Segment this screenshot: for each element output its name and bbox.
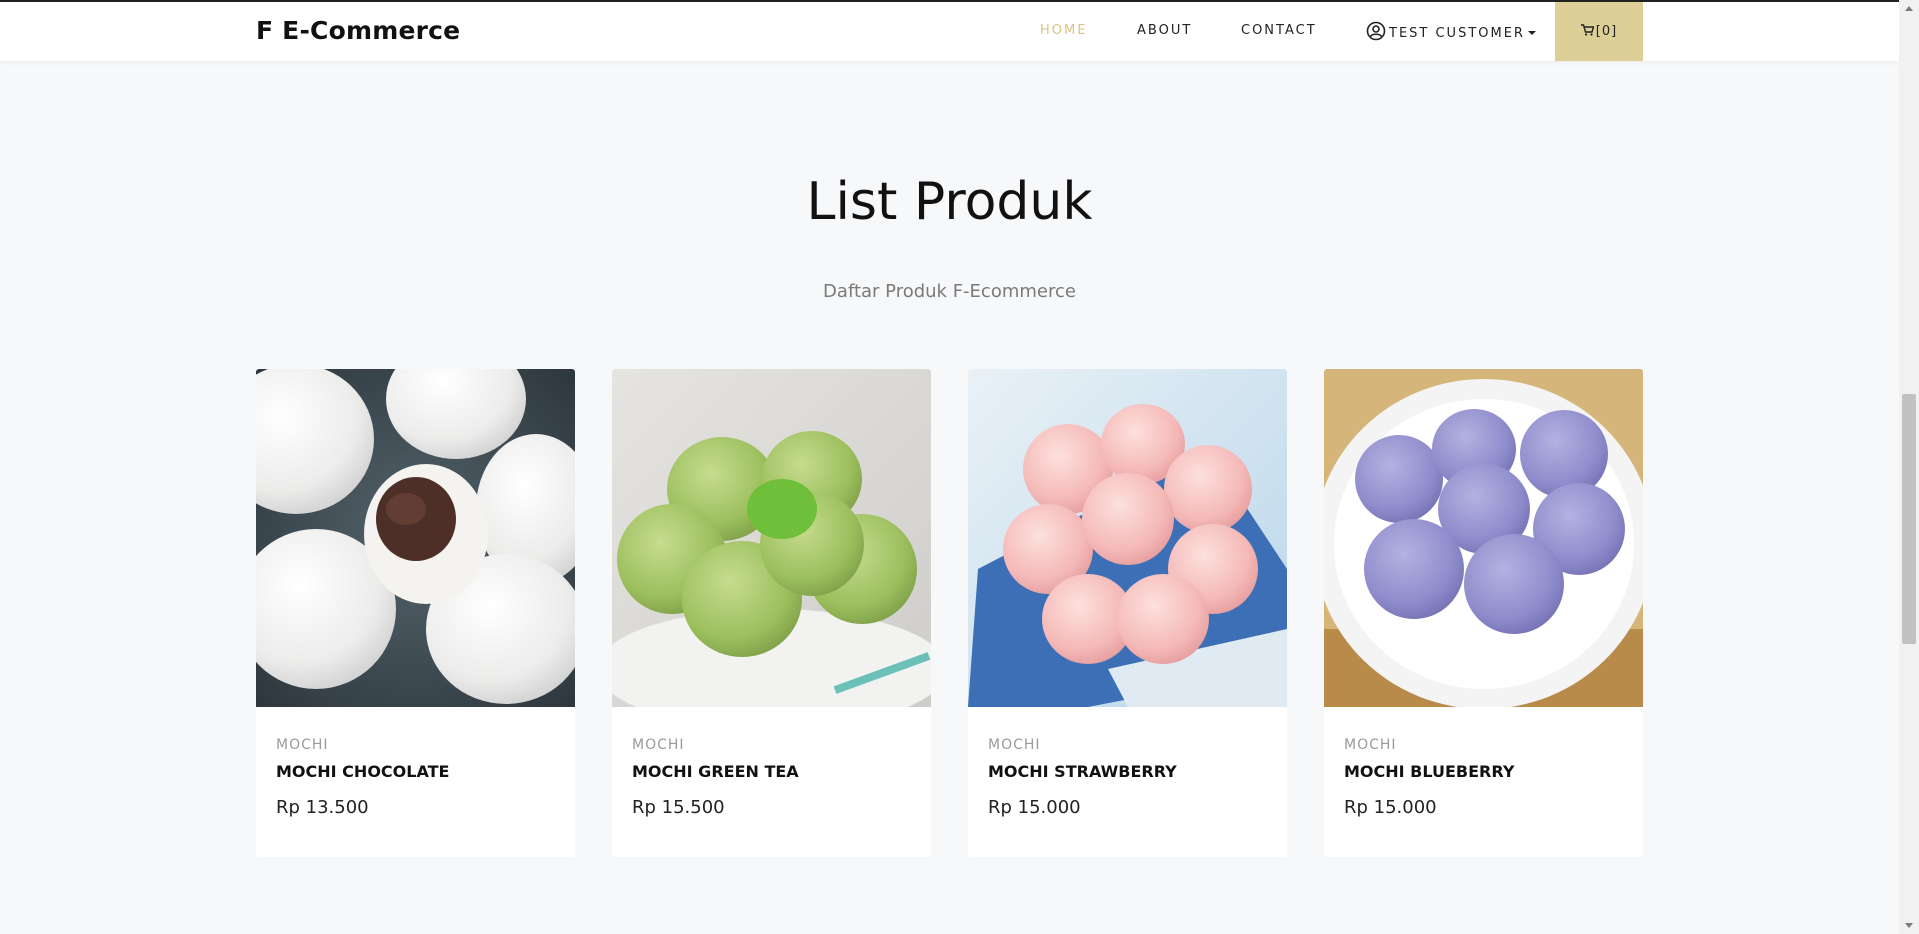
product-price: Rp 13.500 — [276, 797, 369, 818]
nav-about[interactable]: ABOUT — [1137, 23, 1192, 38]
product-name[interactable]: MOCHI BLUEBERRY — [1344, 762, 1514, 781]
product-category: MOCHI — [1344, 737, 1397, 753]
nav-contact[interactable]: CONTACT — [1241, 23, 1317, 38]
product-price: Rp 15.000 — [1344, 797, 1437, 818]
product-image[interactable] — [968, 369, 1287, 707]
product-image[interactable] — [1324, 369, 1643, 707]
scroll-up-arrow-icon[interactable] — [1905, 6, 1913, 11]
product-image[interactable] — [256, 369, 575, 707]
scrollbar-thumb[interactable] — [1902, 394, 1916, 644]
product-price: Rp 15.500 — [632, 797, 725, 818]
user-dropdown[interactable]: TEST CUSTOMER — [1366, 21, 1536, 45]
navbar: F E-Commerce HOME ABOUT CONTACT TEST CUS… — [0, 2, 1899, 61]
user-circle-icon — [1366, 21, 1386, 45]
user-name: TEST CUSTOMER — [1389, 25, 1525, 41]
scroll-down-arrow-icon[interactable] — [1905, 923, 1913, 928]
product-card[interactable]: MOCHI MOCHI STRAWBERRY Rp 15.000 — [968, 369, 1287, 857]
product-name[interactable]: MOCHI GREEN TEA — [632, 762, 799, 781]
product-name[interactable]: MOCHI CHOCOLATE — [276, 762, 449, 781]
page-title: List Produk — [806, 172, 1093, 232]
page-scrollbar[interactable] — [1899, 0, 1919, 934]
product-category: MOCHI — [276, 737, 329, 753]
product-image[interactable] — [612, 369, 931, 707]
product-category: MOCHI — [988, 737, 1041, 753]
product-card[interactable]: MOCHI MOCHI CHOCOLATE Rp 13.500 — [256, 369, 575, 857]
nav-home[interactable]: HOME — [1040, 23, 1087, 38]
product-name[interactable]: MOCHI STRAWBERRY — [988, 762, 1177, 781]
product-price: Rp 15.000 — [988, 797, 1081, 818]
chevron-down-icon — [1527, 31, 1536, 35]
cart-button[interactable]: [0] — [1555, 2, 1643, 61]
cart-icon — [1580, 23, 1596, 40]
product-card[interactable]: MOCHI MOCHI BLUEBERRY Rp 15.000 — [1324, 369, 1643, 857]
product-category: MOCHI — [632, 737, 685, 753]
cart-count: [0] — [1595, 24, 1618, 39]
product-card[interactable]: MOCHI MOCHI GREEN TEA Rp 15.500 — [612, 369, 931, 857]
brand-logo[interactable]: F E-Commerce — [256, 16, 460, 45]
page-subtitle: Daftar Produk F-Ecommerce — [823, 281, 1076, 302]
